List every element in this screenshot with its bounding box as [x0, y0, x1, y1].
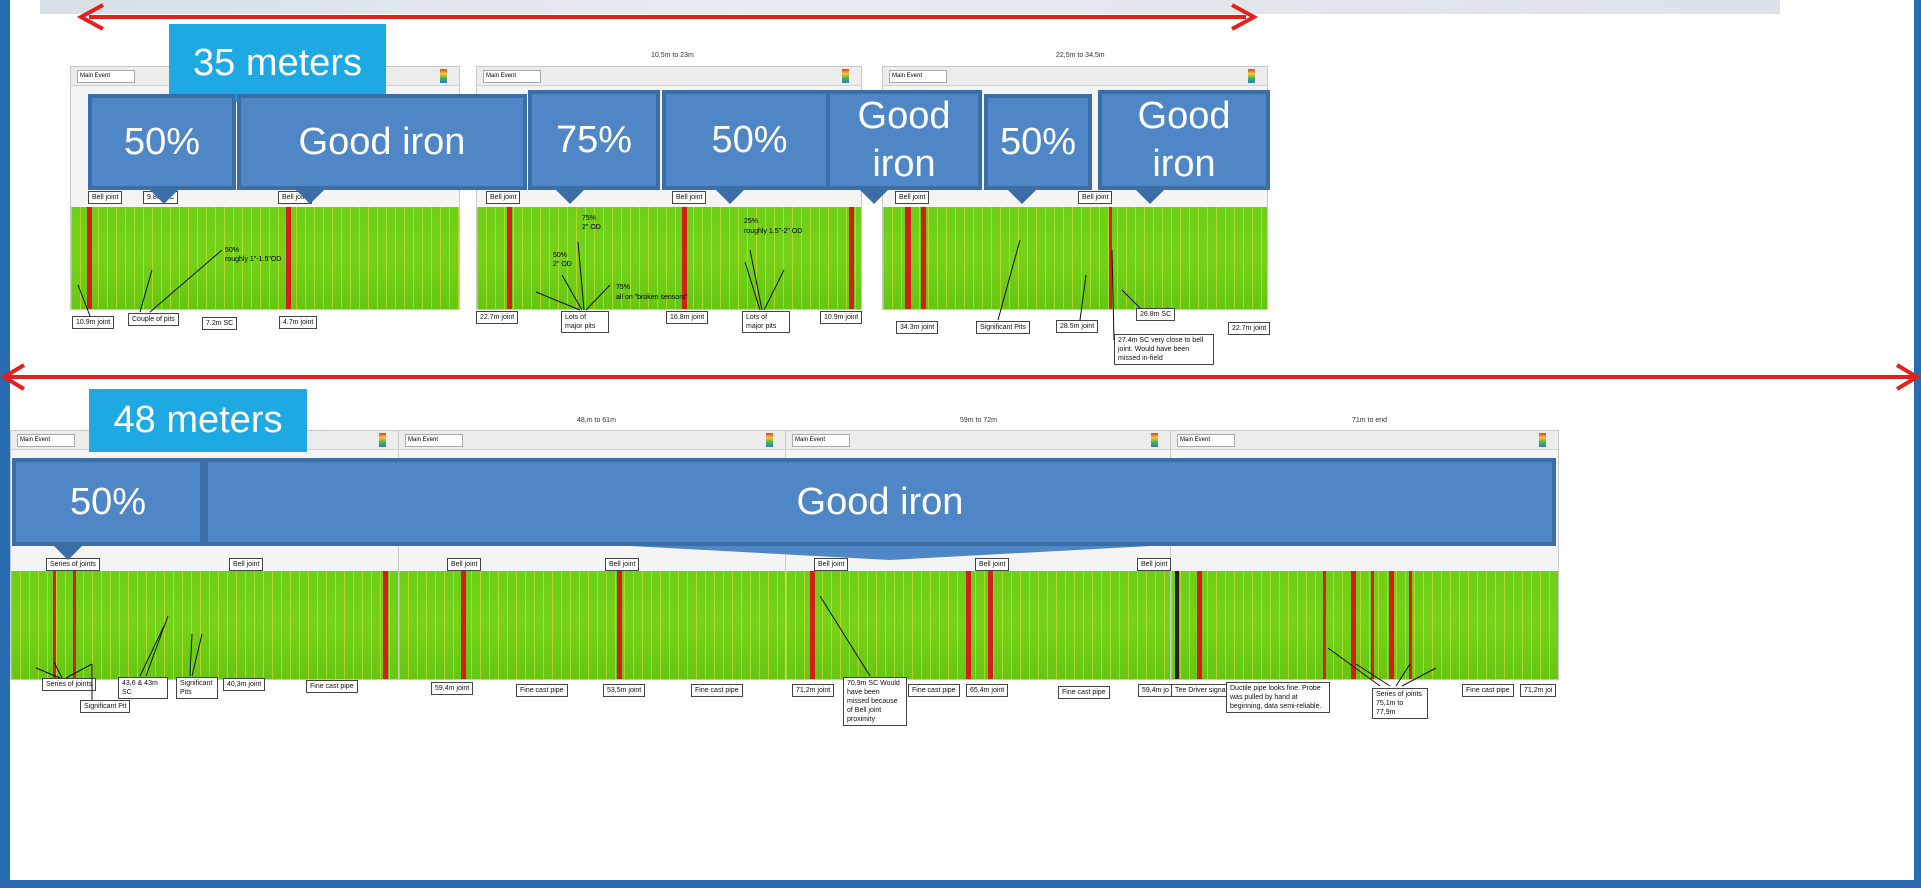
callout-pointer: [54, 546, 82, 560]
callout-pipe-repairs: Pipe repairs: [1622, 612, 1825, 654]
callout-50pct: 50%: [12, 458, 204, 546]
callout-good-iron: Good iron: [204, 458, 1556, 546]
callout-pointer: [630, 546, 1150, 560]
span-48-meters: 48 meters: [89, 389, 307, 452]
